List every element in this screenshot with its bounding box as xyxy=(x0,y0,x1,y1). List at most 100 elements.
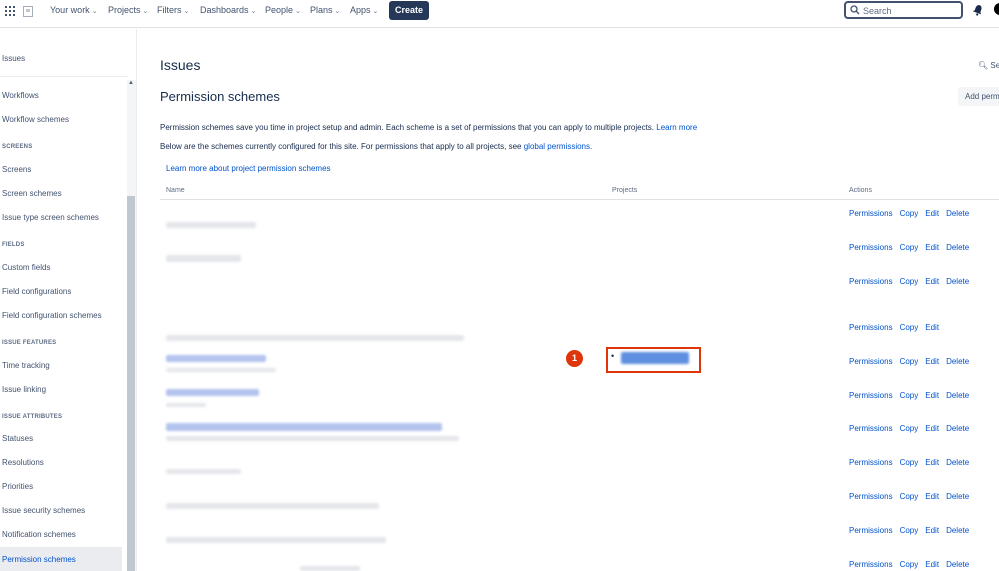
scroll-up-arrow-icon[interactable]: ▲ xyxy=(128,80,134,86)
permissions-link[interactable]: Permissions xyxy=(849,492,893,501)
sidebar-item-field-configurations[interactable]: Field configurations xyxy=(2,287,71,296)
redacted-scheme-name xyxy=(166,255,241,262)
create-button[interactable]: Create xyxy=(389,1,429,20)
sidebar-item-screens[interactable]: Screens xyxy=(2,165,31,174)
sidebar-item-workflow-schemes[interactable]: Workflow schemes xyxy=(2,115,69,124)
redacted-project-link[interactable] xyxy=(621,352,689,364)
delete-link[interactable]: Delete xyxy=(946,391,969,400)
site-logo-broken-image-icon[interactable] xyxy=(23,6,33,17)
sidebar-item-workflows[interactable]: Workflows xyxy=(2,91,39,100)
copy-link[interactable]: Copy xyxy=(900,323,919,332)
copy-link[interactable]: Copy xyxy=(900,560,919,569)
copy-link[interactable]: Copy xyxy=(900,424,919,433)
row-actions: Permissions Copy Edit Delete xyxy=(849,209,976,218)
edit-link[interactable]: Edit xyxy=(925,492,939,501)
delete-link[interactable]: Delete xyxy=(946,209,969,218)
edit-link[interactable]: Edit xyxy=(925,526,939,535)
nav-filters[interactable]: Filters ⌄ xyxy=(157,5,189,15)
notifications-icon[interactable] xyxy=(972,4,984,16)
copy-link[interactable]: Copy xyxy=(900,458,919,467)
learn-more-permission-schemes-link[interactable]: Learn more about project permission sche… xyxy=(166,164,331,173)
nav-plans[interactable]: Plans ⌄ xyxy=(310,5,340,15)
edit-link[interactable]: Edit xyxy=(925,323,939,332)
nav-projects[interactable]: Projects ⌄ xyxy=(108,5,148,15)
copy-link[interactable]: Copy xyxy=(900,492,919,501)
column-header-actions: Actions xyxy=(849,187,872,194)
redacted-scheme-name[interactable] xyxy=(166,423,442,431)
redacted-scheme-name[interactable] xyxy=(166,389,259,396)
search-link[interactable]: 🔍︎ Sea xyxy=(978,61,999,70)
search-input[interactable] xyxy=(863,4,959,17)
edit-link[interactable]: Edit xyxy=(925,458,939,467)
nav-apps[interactable]: Apps ⌄ xyxy=(350,5,378,15)
sidebar-scrollbar[interactable]: ▲ xyxy=(127,80,136,571)
permissions-link[interactable]: Permissions xyxy=(849,424,893,433)
table-header-divider xyxy=(160,199,999,200)
edit-link[interactable]: Edit xyxy=(925,391,939,400)
redacted-scheme-name[interactable] xyxy=(166,355,266,362)
edit-link[interactable]: Edit xyxy=(925,424,939,433)
sidebar-item-time-tracking[interactable]: Time tracking xyxy=(2,361,50,370)
search-icon xyxy=(850,5,860,15)
permissions-link[interactable]: Permissions xyxy=(849,277,893,286)
delete-link[interactable]: Delete xyxy=(946,424,969,433)
nav-dashboards[interactable]: Dashboards ⌄ xyxy=(200,5,256,15)
edit-link[interactable]: Edit xyxy=(925,277,939,286)
row-actions: Permissions Copy Edit xyxy=(849,323,946,332)
copy-link[interactable]: Copy xyxy=(900,277,919,286)
sidebar-item-notification-schemes[interactable]: Notification schemes xyxy=(2,530,76,539)
sidebar-item-issue-type-screen-schemes[interactable]: Issue type screen schemes xyxy=(2,213,99,222)
global-permissions-link[interactable]: global permissions xyxy=(524,142,590,151)
edit-link[interactable]: Edit xyxy=(925,243,939,252)
edit-link[interactable]: Edit xyxy=(925,209,939,218)
permissions-link[interactable]: Permissions xyxy=(849,458,893,467)
permissions-link[interactable]: Permissions xyxy=(849,357,893,366)
delete-link[interactable]: Delete xyxy=(946,492,969,501)
sidebar-item-permission-schemes[interactable]: Permission schemes xyxy=(2,555,76,564)
sidebar-title: Issues xyxy=(2,54,26,63)
sidebar-item-statuses[interactable]: Statuses xyxy=(2,434,33,443)
annotation-marker: 1 xyxy=(566,350,583,367)
permissions-link[interactable]: Permissions xyxy=(849,209,893,218)
sidebar-item-priorities[interactable]: Priorities xyxy=(2,482,33,491)
sidebar-item-custom-fields[interactable]: Custom fields xyxy=(2,263,50,272)
section-title: Permission schemes xyxy=(160,89,280,104)
sidebar-item-field-configuration-schemes[interactable]: Field configuration schemes xyxy=(2,311,102,320)
column-header-name: Name xyxy=(166,187,185,194)
delete-link[interactable]: Delete xyxy=(946,277,969,286)
permissions-link[interactable]: Permissions xyxy=(849,560,893,569)
copy-link[interactable]: Copy xyxy=(900,243,919,252)
permissions-link[interactable]: Permissions xyxy=(849,243,893,252)
copy-link[interactable]: Copy xyxy=(900,357,919,366)
nav-your-work[interactable]: Your work ⌄ xyxy=(50,5,98,15)
sidebar-item-screen-schemes[interactable]: Screen schemes xyxy=(2,189,62,198)
app-switcher-icon[interactable] xyxy=(5,6,15,16)
sidebar-item-issue-security-schemes[interactable]: Issue security schemes xyxy=(2,506,85,515)
list-bullet: • xyxy=(611,351,615,361)
delete-link[interactable]: Delete xyxy=(946,526,969,535)
sidebar-item-resolutions[interactable]: Resolutions xyxy=(2,458,44,467)
redacted-scheme-description xyxy=(166,403,206,407)
chevron-down-icon: ⌄ xyxy=(142,8,149,15)
global-search[interactable] xyxy=(844,1,963,19)
learn-more-link[interactable]: Learn more xyxy=(656,123,697,132)
copy-link[interactable]: Copy xyxy=(900,391,919,400)
delete-link[interactable]: Delete xyxy=(946,357,969,366)
nav-people[interactable]: People ⌄ xyxy=(265,5,301,15)
add-permission-scheme-button[interactable]: Add perm xyxy=(958,87,999,106)
permissions-link[interactable]: Permissions xyxy=(849,323,893,332)
scrollbar-thumb[interactable] xyxy=(127,196,135,571)
permissions-link[interactable]: Permissions xyxy=(849,526,893,535)
delete-link[interactable]: Delete xyxy=(946,243,969,252)
avatar[interactable] xyxy=(994,3,999,15)
row-actions: Permissions Copy Edit Delete xyxy=(849,492,976,501)
sidebar-item-issue-linking[interactable]: Issue linking xyxy=(2,385,46,394)
edit-link[interactable]: Edit xyxy=(925,560,939,569)
column-header-projects: Projects xyxy=(612,187,638,194)
copy-link[interactable]: Copy xyxy=(900,209,919,218)
edit-link[interactable]: Edit xyxy=(925,357,939,366)
copy-link[interactable]: Copy xyxy=(900,526,919,535)
permissions-link[interactable]: Permissions xyxy=(849,391,893,400)
delete-link[interactable]: Delete xyxy=(946,560,969,569)
delete-link[interactable]: Delete xyxy=(946,458,969,467)
